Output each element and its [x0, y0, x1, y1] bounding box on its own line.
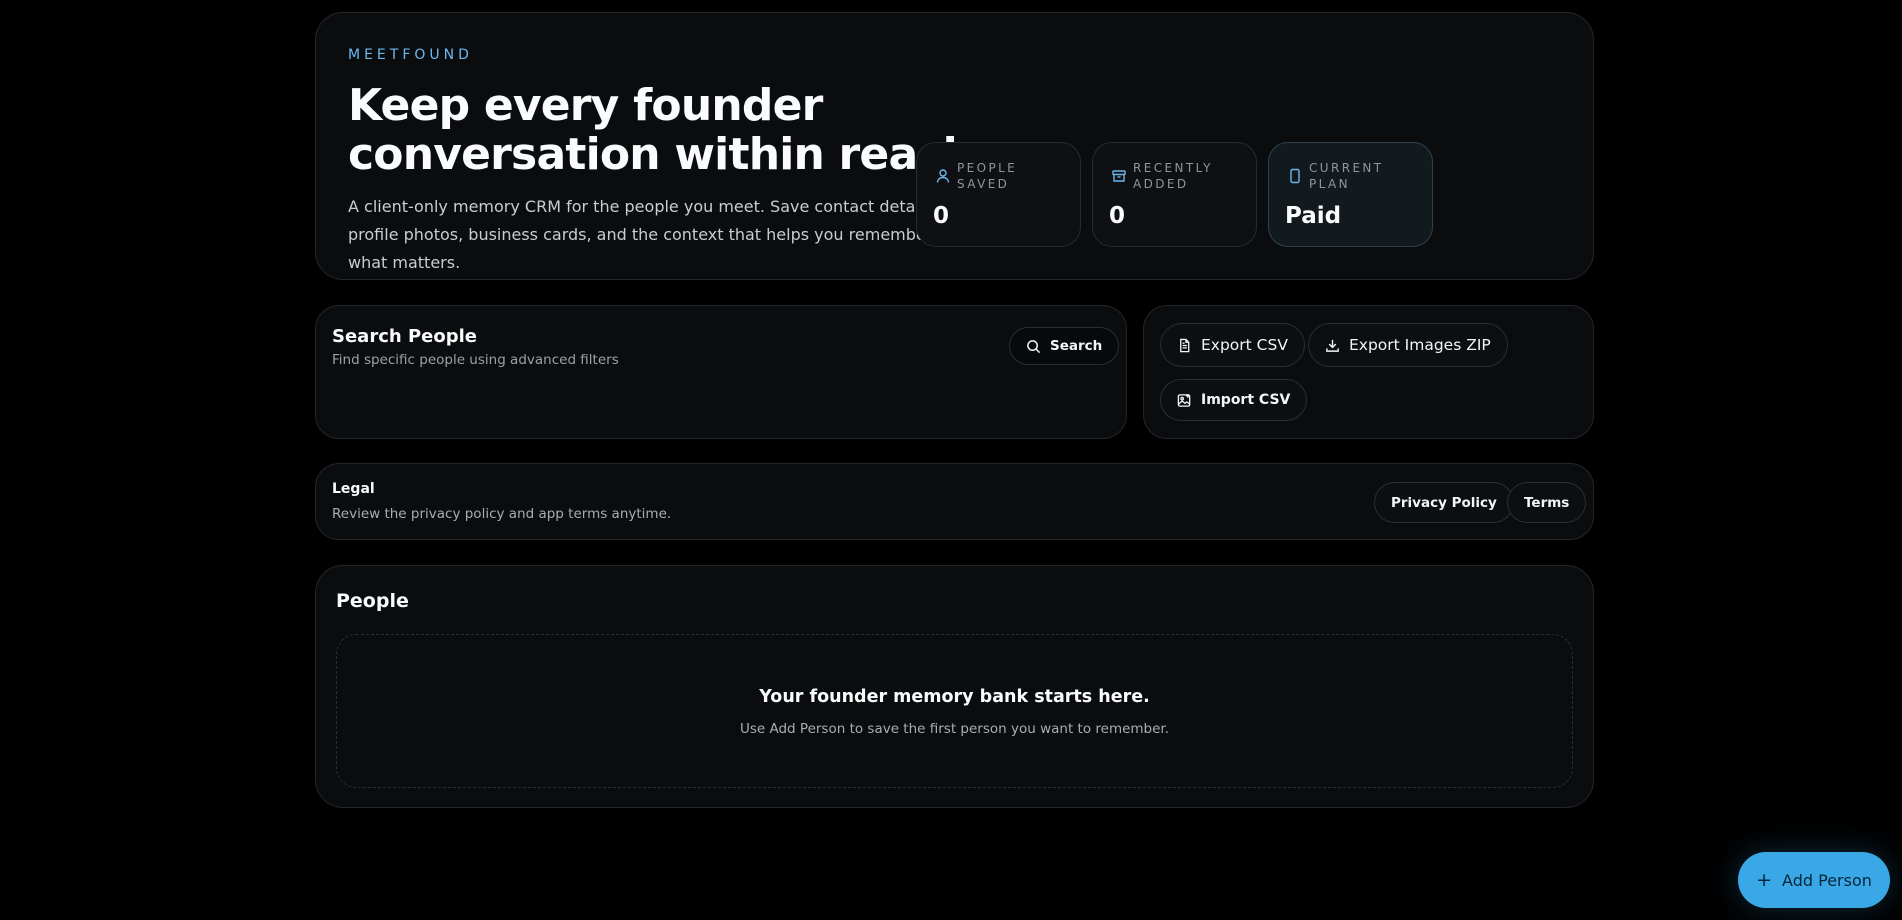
app-page: MEETFOUND Keep every founder conversatio…: [0, 0, 1902, 920]
plus-icon: +: [1756, 868, 1773, 891]
legal-subtitle: Review the privacy policy and app terms …: [332, 506, 672, 522]
people-card: People Your founder memory bank starts h…: [315, 565, 1594, 808]
search-icon: [1027, 339, 1041, 353]
export-csv-button[interactable]: Export CSV: [1160, 323, 1305, 367]
search-subtitle: Find specific people using advanced filt…: [332, 352, 619, 368]
data-actions-card: Export CSV Export Images ZIP Import CSV: [1143, 305, 1594, 439]
person-icon: [936, 169, 950, 183]
people-title: People: [336, 590, 409, 612]
add-person-button[interactable]: + Add Person: [1738, 852, 1890, 908]
archive-icon: [1112, 170, 1126, 182]
brand-name: MEETFOUND: [348, 47, 473, 63]
hero-title-line-1: Keep every founder: [348, 80, 823, 131]
download-icon: [1326, 339, 1339, 352]
hero-description: A client-only memory CRM for the people …: [348, 197, 938, 272]
privacy-policy-button[interactable]: Privacy Policy: [1374, 482, 1514, 523]
stat-current-plan: CURRENT PLAN Paid: [1268, 142, 1433, 247]
file-text-icon: [1180, 338, 1190, 352]
search-title: Search People: [332, 326, 477, 347]
import-csv-button[interactable]: Import CSV: [1160, 379, 1308, 421]
empty-state-subtitle: Use Add Person to save the first person …: [739, 721, 1170, 737]
stat-label: CURRENT PLAN: [1309, 161, 1384, 191]
stat-recently-added: RECENTLY ADDED 0: [1092, 142, 1257, 247]
export-images-zip-button[interactable]: Export Images ZIP: [1308, 323, 1508, 367]
stat-label: RECENTLY ADDED: [1133, 161, 1213, 191]
terms-button[interactable]: Terms: [1507, 482, 1587, 523]
stat-value: 0: [933, 203, 950, 229]
image-upload-icon: [1177, 393, 1191, 407]
stat-label: PEOPLE SAVED: [957, 161, 1018, 191]
search-button-label: Search: [1050, 338, 1103, 354]
export-csv-label: Export CSV: [1201, 336, 1288, 354]
search-card: Search People Find specific people using…: [315, 305, 1127, 439]
empty-state-title: Your founder memory bank starts here.: [759, 687, 1150, 707]
export-images-zip-label: Export Images ZIP: [1349, 336, 1491, 354]
legal-title: Legal: [332, 481, 375, 497]
hero-card: MEETFOUND Keep every founder conversatio…: [315, 12, 1594, 280]
stat-value: 0: [1109, 203, 1126, 229]
import-csv-label: Import CSV: [1201, 392, 1291, 408]
legal-card: Legal Review the privacy policy and app …: [315, 463, 1594, 540]
people-empty-state: Your founder memory bank starts here. Us…: [336, 634, 1573, 788]
add-person-label: Add Person: [1782, 870, 1872, 890]
phone-icon: [1290, 168, 1300, 184]
stat-value: Paid: [1285, 203, 1342, 229]
terms-label: Terms: [1524, 494, 1570, 511]
search-button[interactable]: Search: [1009, 327, 1120, 365]
stat-people-saved: PEOPLE SAVED 0: [916, 142, 1081, 247]
privacy-policy-label: Privacy Policy: [1391, 494, 1497, 511]
